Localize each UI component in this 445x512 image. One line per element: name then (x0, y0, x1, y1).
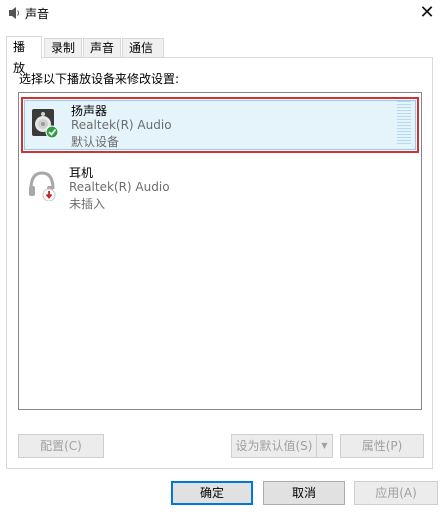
speaker-icon (9, 7, 19, 19)
configure-button[interactable]: 配置(C) (18, 434, 104, 458)
tab-communications[interactable]: 通信 (122, 38, 164, 57)
chevron-down-icon: ▼ (321, 441, 328, 450)
device-name: 扬声器 (71, 104, 108, 118)
tab-sounds[interactable]: 声音 (83, 38, 121, 57)
device-name: 耳机 (69, 166, 94, 180)
instruction-label: 选择以下播放设备来修改设置: (19, 72, 180, 86)
device-status: 未插入 (69, 197, 106, 211)
cancel-button[interactable]: 取消 (263, 481, 345, 505)
headphones-icon (29, 171, 56, 201)
properties-button[interactable]: 属性(P) (340, 434, 424, 458)
playback-panel: 选择以下播放设备来修改设置: 扬声器 Realtek(R) Audio 默认设备 (6, 57, 433, 469)
ok-button[interactable]: 确定 (171, 481, 253, 505)
title-bar: 声音 ✕ (0, 0, 445, 26)
window-title: 声音 (25, 7, 50, 21)
apply-button[interactable]: 应用(A) (354, 481, 438, 505)
tab-playback[interactable]: 播放 (6, 36, 42, 75)
set-default-button[interactable]: 设为默认值(S) (231, 434, 317, 458)
tab-recording[interactable]: 录制 (44, 38, 82, 57)
device-status: 默认设备 (71, 135, 120, 149)
device-list[interactable]: 扬声器 Realtek(R) Audio 默认设备 耳机 Realtek(R) … (18, 92, 422, 410)
close-button[interactable]: ✕ (409, 0, 445, 26)
device-item-speaker[interactable]: 扬声器 Realtek(R) Audio 默认设备 (21, 97, 419, 153)
device-driver: Realtek(R) Audio (71, 118, 172, 132)
device-driver: Realtek(R) Audio (69, 180, 170, 194)
close-icon: ✕ (419, 2, 435, 23)
set-default-dropdown[interactable]: ▼ (317, 434, 333, 458)
device-item-headphones[interactable]: 耳机 Realtek(R) Audio 未插入 (21, 161, 419, 217)
volume-meter (397, 101, 411, 147)
speaker-device-icon (32, 109, 59, 139)
